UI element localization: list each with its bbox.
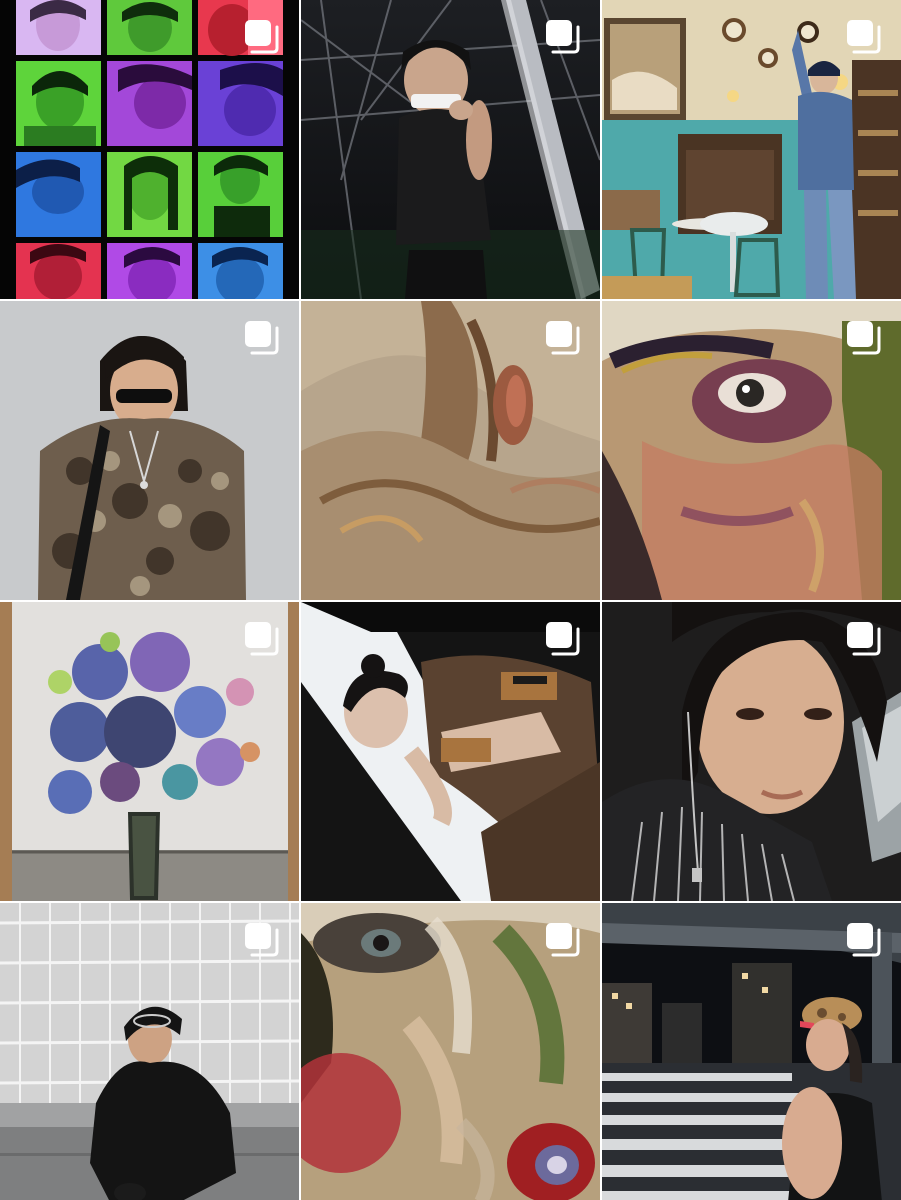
multiple-photos-icon [845,921,883,959]
multiple-photos-icon [845,18,883,56]
multiple-photos-icon [544,921,582,959]
post-tile-collage[interactable] [0,0,299,299]
multiple-photos-icon [243,921,281,959]
post-tile-painting-eye[interactable] [602,301,901,600]
post-tile-fence-crouch[interactable] [0,903,299,1200]
multiple-photos-icon [243,18,281,56]
post-tile-brown-outfit[interactable] [301,602,600,901]
multiple-photos-icon [845,620,883,658]
multiple-photos-icon [544,620,582,658]
post-tile-antique-shop[interactable] [602,0,901,299]
post-tile-painting-hand[interactable] [301,301,600,600]
post-tile-stage[interactable] [301,0,600,299]
multiple-photos-icon [845,319,883,357]
multiple-photos-icon [243,319,281,357]
post-tile-selfie-car[interactable] [602,602,901,901]
post-tile-painting-flowers[interactable] [0,602,299,901]
multiple-photos-icon [243,620,281,658]
profile-post-grid [0,0,901,1200]
post-tile-crosswalk-night[interactable] [602,903,901,1200]
multiple-photos-icon [544,18,582,56]
post-tile-painting-face-red[interactable] [301,903,600,1200]
multiple-photos-icon [544,319,582,357]
post-tile-camo-sweater[interactable] [0,301,299,600]
